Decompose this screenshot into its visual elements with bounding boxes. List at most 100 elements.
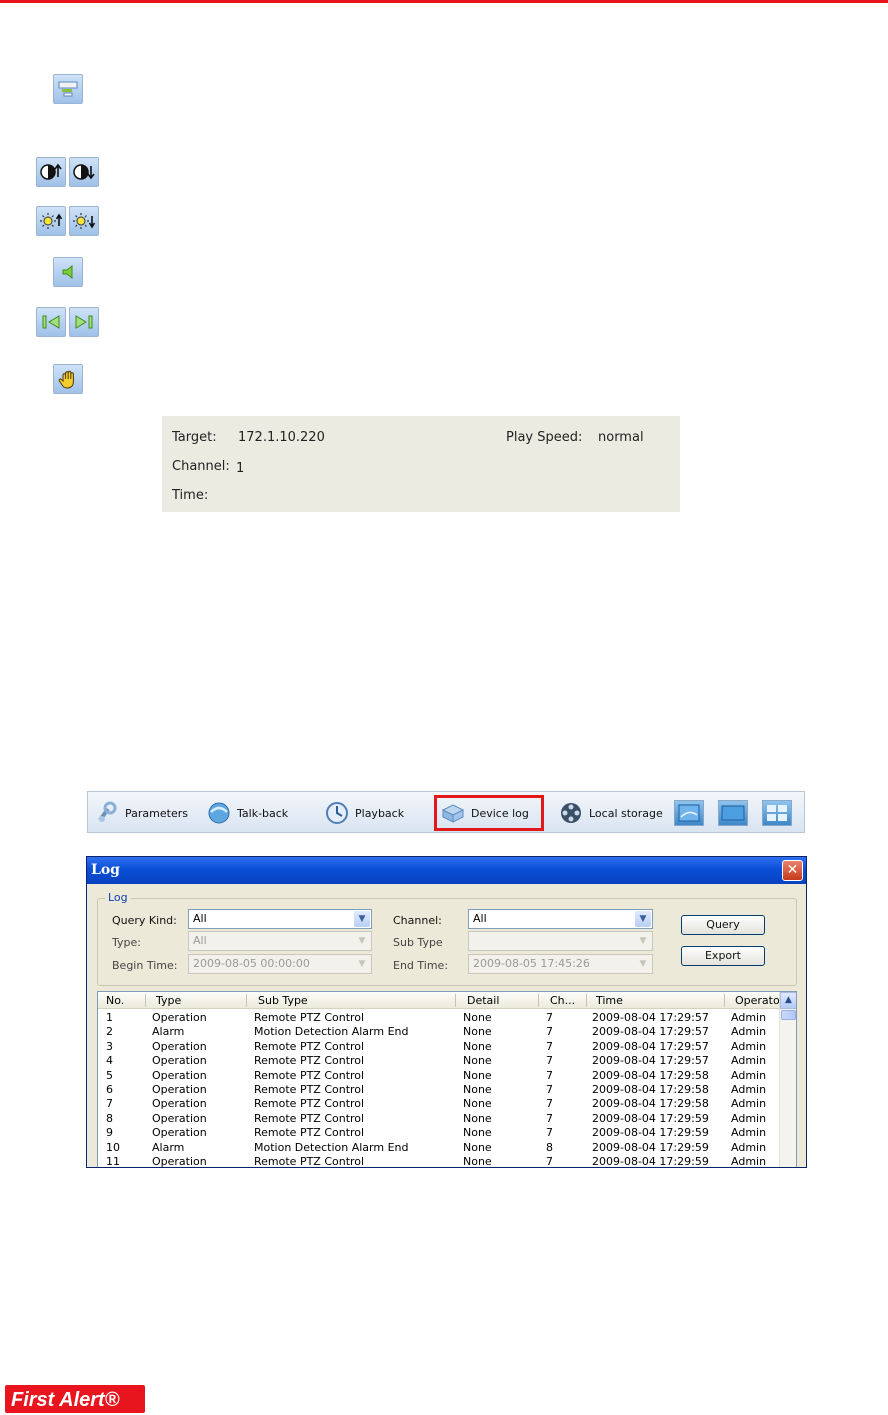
cell-operator: Admin [731, 1011, 767, 1024]
cell-sub-type: Motion Detection Alarm End [254, 1140, 409, 1154]
channel-select[interactable]: All ▼ [468, 909, 653, 929]
type-select[interactable]: All ▼ [188, 931, 372, 951]
page-top-rule [0, 0, 888, 3]
cell-sub-type: Remote PTZ Control [254, 1097, 365, 1111]
cell-channel: 7 [546, 1039, 553, 1053]
chevron-down-icon[interactable]: ▼ [354, 911, 370, 927]
cell-time: 2009-08-04 17:29:59 [592, 1126, 709, 1140]
playback-label: Playback [355, 806, 405, 820]
cell-detail: None [463, 1039, 492, 1053]
column-header-time[interactable]: Time [596, 994, 623, 1007]
cell-channel: 7 [546, 1011, 553, 1024]
cell-operator: Admin [731, 1083, 767, 1096]
table-row[interactable]: 5 Operation Remote PTZ Control None 7 20… [98, 1069, 780, 1083]
cell-detail: None [463, 1111, 492, 1125]
screen-icon[interactable] [53, 74, 83, 104]
sub-type-select[interactable]: ▼ [468, 931, 653, 951]
cell-channel: 7 [546, 1155, 553, 1168]
chevron-down-icon[interactable]: ▼ [354, 956, 370, 972]
column-header-sub-type[interactable]: Sub Type [258, 994, 308, 1007]
talkback-button[interactable]: Talk-back [206, 798, 288, 828]
audio-icon[interactable] [53, 257, 83, 287]
cell-type: Operation [152, 1097, 207, 1111]
table-row[interactable]: 6 Operation Remote PTZ Control None 7 20… [98, 1083, 780, 1097]
single-view-button[interactable] [674, 800, 704, 826]
log-window-title: Log [91, 862, 120, 878]
play-speed-value: normal [598, 430, 644, 445]
contrast-up-icon[interactable] [36, 157, 66, 187]
log-list: No. Type Sub Type Detail Ch... Time Oper… [97, 991, 797, 1168]
begin-time-picker[interactable]: 2009-08-05 00:00:00 ▼ [188, 954, 372, 974]
contrast-down-icon[interactable] [69, 157, 99, 187]
table-row[interactable]: 9 Operation Remote PTZ Control None 7 20… [98, 1126, 780, 1140]
cell-no: 9 [106, 1126, 113, 1140]
end-time-label: End Time: [393, 959, 449, 972]
cell-detail: None [463, 1054, 492, 1068]
scroll-up-icon[interactable]: ▲ [780, 992, 796, 1009]
playback-status-panel: Target: 172.1.10.220 Play Speed: normal … [162, 416, 680, 512]
hand-icon[interactable] [53, 364, 83, 394]
cell-time: 2009-08-04 17:29:57 [592, 1039, 709, 1053]
first-alert-logo: First Alert® [5, 1385, 145, 1413]
query-kind-select[interactable]: All ▼ [188, 909, 372, 929]
cell-sub-type: Remote PTZ Control [254, 1083, 365, 1096]
brightness-down-icon[interactable] [69, 206, 99, 236]
play-speed-label: Play Speed: [506, 430, 583, 445]
talkback-icon [208, 802, 230, 824]
log-list-scrollbar[interactable]: ▲ [779, 992, 796, 1167]
channel-filter-label: Channel: [393, 914, 442, 927]
export-button[interactable]: Export [681, 946, 765, 966]
close-icon[interactable]: ✕ [782, 860, 803, 881]
playback-button[interactable]: Playback [324, 798, 404, 828]
query-kind-label: Query Kind: [112, 914, 177, 927]
cell-sub-type: Remote PTZ Control [254, 1054, 365, 1068]
cell-detail: None [463, 1011, 492, 1024]
end-time-picker[interactable]: 2009-08-05 17:45:26 ▼ [468, 954, 653, 974]
table-row[interactable]: 3 Operation Remote PTZ Control None 7 20… [98, 1040, 780, 1054]
quad-view-icon [767, 805, 787, 821]
chevron-down-icon[interactable]: ▼ [354, 933, 370, 949]
cell-operator: Admin [731, 1111, 767, 1125]
column-header-operator[interactable]: Operato [735, 994, 780, 1007]
column-header-type[interactable]: Type [156, 994, 181, 1007]
cell-detail: None [463, 1140, 492, 1154]
target-value: 172.1.10.220 [238, 430, 325, 445]
brightness-up-icon[interactable] [36, 206, 66, 236]
channel-value: 1 [236, 461, 245, 476]
cell-type: Alarm [152, 1140, 185, 1154]
scrollbar-thumb[interactable] [781, 1010, 796, 1020]
table-row[interactable]: 2 Alarm Motion Detection Alarm End None … [98, 1025, 780, 1039]
main-toolbar: Parameters Talk-back Playback Device log… [87, 791, 805, 833]
cell-sub-type: Remote PTZ Control [254, 1011, 365, 1024]
cell-no: 4 [106, 1054, 113, 1068]
column-header-detail[interactable]: Detail [467, 994, 499, 1007]
cell-operator: Admin [731, 1054, 767, 1068]
column-header-no[interactable]: No. [106, 994, 124, 1007]
chevron-down-icon[interactable]: ▼ [635, 956, 651, 972]
cell-sub-type: Remote PTZ Control [254, 1111, 365, 1125]
cell-channel: 7 [546, 1068, 553, 1082]
table-row[interactable]: 8 Operation Remote PTZ Control None 7 20… [98, 1112, 780, 1126]
cell-type: Operation [152, 1111, 207, 1125]
wide-view-button[interactable] [718, 800, 748, 826]
table-row[interactable]: 11 Operation Remote PTZ Control None 7 2… [98, 1155, 780, 1168]
chevron-down-icon[interactable]: ▼ [635, 911, 651, 927]
next-icon[interactable] [69, 307, 99, 337]
cell-type: Operation [152, 1054, 207, 1068]
column-header-channel[interactable]: Ch... [550, 994, 575, 1007]
log-window: Log ✕ Log Query Kind: All ▼ Channel: All… [86, 856, 807, 1168]
chevron-down-icon[interactable]: ▼ [635, 933, 651, 949]
parameters-button[interactable]: Parameters [94, 798, 188, 828]
query-button[interactable]: Query [681, 915, 765, 935]
cell-type: Operation [152, 1083, 207, 1096]
cell-sub-type: Remote PTZ Control [254, 1039, 365, 1053]
table-row[interactable]: 1 Operation Remote PTZ Control None 7 20… [98, 1011, 780, 1025]
local-storage-button[interactable]: Local storage [558, 798, 663, 828]
quad-view-button[interactable] [762, 800, 792, 826]
cell-no: 5 [106, 1068, 113, 1082]
cell-no: 2 [106, 1025, 113, 1039]
previous-icon[interactable] [36, 307, 66, 337]
table-row[interactable]: 7 Operation Remote PTZ Control None 7 20… [98, 1097, 780, 1111]
table-row[interactable]: 10 Alarm Motion Detection Alarm End None… [98, 1141, 780, 1155]
table-row[interactable]: 4 Operation Remote PTZ Control None 7 20… [98, 1054, 780, 1068]
